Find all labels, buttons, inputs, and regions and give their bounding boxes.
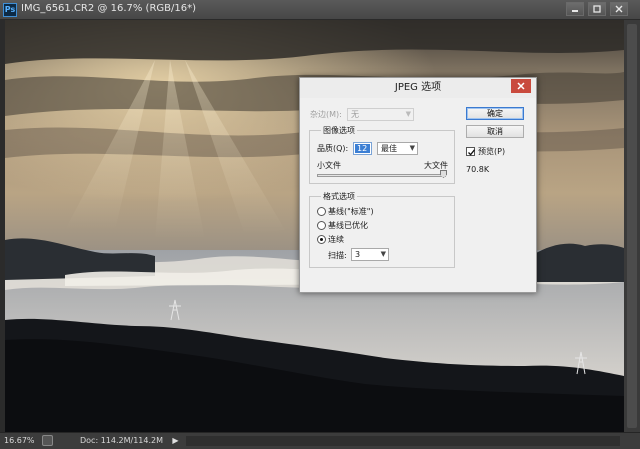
close-icon — [517, 82, 525, 90]
status-menu-arrow-icon[interactable]: ▶ — [170, 435, 181, 446]
minimize-button[interactable] — [566, 2, 584, 16]
document-size-info: Doc: 114.2M/114.2M — [80, 436, 163, 445]
chevron-down-icon: ▼ — [380, 250, 386, 258]
dialog-title: JPEG 选项 — [300, 78, 536, 98]
horizontal-scrollbar[interactable] — [186, 436, 620, 446]
document-title: IMG_6561.CR2 @ 16.7% (RGB/16*) — [21, 3, 197, 14]
window-controls — [566, 2, 628, 16]
file-size-label: 70.8K — [466, 165, 490, 174]
scans-label: 扫描: — [328, 251, 347, 260]
radio-progressive[interactable] — [317, 235, 326, 244]
preview-label[interactable]: 预览(P) — [478, 146, 505, 157]
small-file-label: 小文件 — [317, 161, 341, 170]
radio-baseline-optimized[interactable] — [317, 221, 326, 230]
document-titlebar: Ps IMG_6561.CR2 @ 16.7% (RGB/16*) — [0, 0, 640, 20]
checkmark-icon — [468, 149, 476, 156]
scrollbar-thumb[interactable] — [627, 24, 637, 428]
chevron-down-icon: ▼ — [405, 110, 411, 118]
status-bar: 16.67% Doc: 114.2M/114.2M ▶ — [0, 432, 640, 449]
maximize-icon — [593, 5, 601, 13]
cancel-button[interactable]: 取消 — [466, 125, 524, 138]
matte-value: 无 — [351, 110, 359, 119]
quality-value: 12 — [355, 144, 370, 153]
close-button[interactable] — [610, 2, 628, 16]
vertical-scrollbar[interactable] — [624, 20, 640, 432]
preview-checkbox[interactable] — [466, 147, 476, 156]
baseline-optimized-label[interactable]: 基线已优化 — [328, 220, 368, 231]
zoom-level[interactable]: 16.67% — [4, 435, 38, 446]
image-options-legend: 图像选项 — [321, 125, 357, 136]
maximize-button[interactable] — [588, 2, 606, 16]
quality-preset-value: 最佳 — [381, 144, 397, 153]
minimize-icon — [572, 10, 578, 12]
dialog-close-button[interactable] — [511, 79, 531, 93]
scans-value: 3 — [355, 250, 361, 259]
quality-slider-track[interactable] — [317, 174, 446, 177]
chevron-down-icon: ▼ — [409, 144, 415, 152]
progressive-label[interactable]: 连续 — [328, 234, 344, 245]
quality-label: 品质(Q): — [317, 144, 349, 153]
quality-preset-select[interactable]: 最佳 ▼ — [377, 142, 418, 155]
matte-select: 无 ▼ — [347, 108, 414, 121]
large-file-label: 大文件 — [424, 161, 448, 170]
photoshop-logo-icon: Ps — [3, 3, 17, 17]
scans-select[interactable]: 3 ▼ — [351, 248, 389, 261]
close-icon — [615, 5, 623, 13]
jpeg-options-dialog: JPEG 选项 杂边(M): 无 ▼ 图像选项 品质(Q): 12 最佳 ▼ 小… — [299, 77, 537, 293]
quality-input[interactable]: 12 — [353, 142, 372, 155]
ok-button[interactable]: 确定 — [466, 107, 524, 120]
format-options-legend: 格式选项 — [321, 191, 357, 202]
status-info-icon[interactable] — [42, 435, 53, 446]
radio-baseline-standard[interactable] — [317, 207, 326, 216]
baseline-standard-label[interactable]: 基线("标准") — [328, 206, 374, 217]
matte-label: 杂边(M): — [310, 110, 342, 119]
